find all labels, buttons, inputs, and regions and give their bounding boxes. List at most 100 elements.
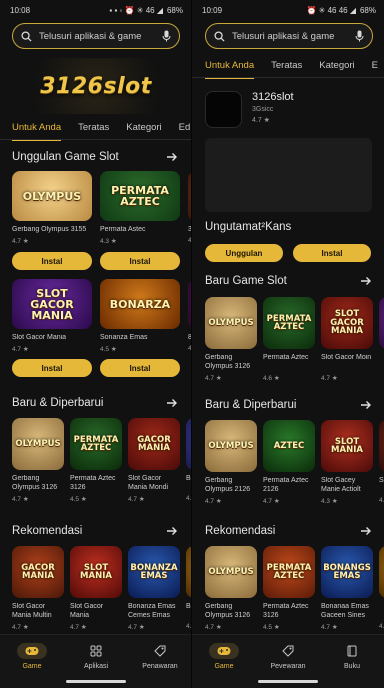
app-name: Slot Gacor Moin — [321, 354, 372, 361]
nav-games[interactable]: Game — [192, 643, 256, 670]
app-developer: 3Gsicc — [252, 106, 274, 113]
app-card[interactable]: PERMATA AZTEC Permata Aztec 4.6 ★ — [263, 297, 315, 382]
arrow-right-icon[interactable] — [166, 151, 178, 163]
app-name: Permata Aztec 3126 — [70, 475, 116, 491]
app-name: Permata Aztec 3126 — [263, 603, 309, 619]
promo-banner[interactable]: 3126slot — [12, 58, 180, 114]
book-icon — [337, 643, 367, 659]
app-card[interactable]: OLYMPUS Gerbang Olympus 3155 4.7 ★ — [12, 171, 92, 245]
thumbnail-title: BONARZA — [109, 297, 171, 311]
app-card[interactable]: SLOT MANIA Slot Gacey Manie Actiolt 4.3 ★ — [321, 420, 373, 505]
search-placeholder: Telusuri aplikasi & game — [39, 30, 142, 42]
banner-title: 3126slot — [40, 73, 152, 99]
nav-offers[interactable]: Pevewaran — [256, 643, 320, 670]
app-name: Slot Gacor Mania — [70, 603, 104, 619]
arrow-right-icon[interactable] — [166, 525, 178, 537]
right-screen: 10:09 ⏰ ✳ 46 46 ◢ 68% Telusuri aplikasi … — [192, 0, 384, 688]
app-rating: 4.7 ★ — [321, 375, 338, 382]
tabs-divider — [0, 139, 191, 140]
app-rating: 4.7 ★ — [12, 496, 29, 503]
arrow-right-icon[interactable] — [360, 275, 372, 287]
nav-books[interactable]: Buku — [320, 643, 384, 670]
thumbnail-title: SLOT MANIA — [331, 436, 363, 455]
thumbnail-title: OLYMPUS — [208, 440, 254, 451]
app-card[interactable]: SLOT GACOR MANIA Slot Gacor Mania 4.7 ★ — [12, 279, 92, 353]
game-thumbnail: GACOR MANIA — [12, 546, 64, 598]
microphone-icon[interactable] — [355, 30, 364, 42]
nav-label: Game — [22, 663, 42, 670]
app-card[interactable]: OLYMPUS Gerbang Olympus 2126 4.7 ★ — [205, 420, 257, 505]
thumbnail-title: GACOR MANIA — [137, 434, 171, 453]
app-card[interactable]: BONANZA EMAS Bonanza Emas Cemes Emas 4.7 ★ — [128, 546, 180, 631]
app-name: Slot Gacor Mania — [12, 334, 67, 341]
arrow-right-icon[interactable] — [360, 399, 372, 411]
app-card[interactable]: PERMATA AZTEC Permata Aztec 3126 4.5 ★ — [263, 546, 315, 631]
app-card[interactable]: GACOR MANIA Slot Gacor Mania Mondi 4.7 ★ — [128, 418, 180, 503]
install-button[interactable]: Instal — [100, 359, 180, 377]
app-card[interactable]: OLYMPUS Gerbang Olympus 3126 4.7 ★ — [12, 418, 64, 503]
app-card[interactable]: Sl Ge 4. — [379, 420, 384, 504]
app-name: Permata Aztec 2126 — [263, 477, 309, 493]
search-bar[interactable]: Telusuri aplikasi & game — [12, 23, 180, 49]
nav-apps[interactable]: Aplikasi — [64, 643, 128, 670]
game-thumbnail: OLYMPUS — [12, 171, 92, 221]
microphone-icon[interactable] — [162, 30, 171, 42]
app-card[interactable]: OLYMPUS Gerbang Olympus 3126 4.7 ★ — [205, 546, 257, 631]
game-thumbnail: BONANGS EMAS — [321, 546, 373, 598]
thumbnail-title: BONANGS EMAS — [323, 562, 371, 581]
app-card[interactable]: OLYMPUS Gerbang Olympus 3126 4.7 ★ — [205, 297, 257, 382]
game-thumbnail: OLYMPUS — [12, 418, 64, 470]
tabs-divider — [192, 77, 384, 78]
nav-games[interactable]: Game — [0, 643, 64, 670]
app-card[interactable] — [379, 297, 384, 374]
section-title-recommendations: Rekomendasi — [205, 525, 276, 537]
app-icon[interactable] — [205, 91, 242, 128]
app-card[interactable]: PERMATA AZTEC Permata Aztec 3126 4.5 ★ — [70, 418, 122, 503]
featured-button[interactable]: Unggulan — [205, 244, 283, 262]
app-card[interactable]: PERMATA AZTEC Permata Astec 4.3 ★ — [100, 171, 180, 245]
install-button[interactable]: Instal — [12, 359, 92, 377]
app-card[interactable]: SLOT MANIA Slot Gacor Mania 4.7 ★ — [70, 546, 122, 631]
app-rating: 4.7 ★ — [205, 498, 222, 505]
nav-offers[interactable]: Penawaran — [128, 643, 191, 670]
app-card[interactable]: 4. — [379, 546, 384, 630]
bottom-navigation: Game Pevewaran Buku — [192, 634, 384, 688]
game-thumbnail: PERMATA AZTEC — [70, 418, 122, 470]
app-card[interactable]: GACOR MANIA Slot Gacor Mania Multin 4.7 ★ — [12, 546, 64, 631]
app-name: Permata Astec — [100, 226, 146, 233]
arrow-right-icon[interactable] — [166, 397, 178, 409]
app-rating: 4.7 ★ — [252, 117, 270, 124]
game-thumbnail: SLOT MANIA — [321, 420, 373, 472]
gamepad-icon — [209, 643, 239, 659]
app-rating: 4.5 ★ — [70, 496, 87, 503]
game-thumbnail — [379, 297, 384, 349]
thumbnail-title: PERMATA AZTEC — [266, 562, 312, 581]
install-button[interactable]: Instal — [293, 244, 371, 262]
status-time: 10:09 — [202, 5, 223, 15]
left-screen: 10:08 ▪ ▪ ◦ ⏰ ✳ 46 ◢ 68% Telusuri aplika… — [0, 0, 192, 688]
search-icon — [214, 30, 225, 42]
install-button[interactable]: Instal — [12, 252, 92, 270]
app-card[interactable]: AZTEC Permata Aztec 2126 4.7 ★ — [263, 420, 315, 505]
app-rating: 4.7 ★ — [12, 624, 29, 631]
game-thumbnail: OLYMPUS — [205, 297, 257, 349]
game-thumbnail: PERMATA AZTEC — [263, 297, 315, 349]
game-thumbnail: BONANZA EMAS — [128, 546, 180, 598]
game-thumbnail: SLOT MANIA — [70, 546, 122, 598]
thumbnail-title: AZTEC — [273, 440, 305, 451]
app-card[interactable]: SLOT GACOR MANIA Slot Gacor Moin 4.7 ★ — [321, 297, 373, 382]
app-name: Gerbang Olympus 3155 — [12, 226, 87, 233]
search-bar[interactable]: Telusuri aplikasi & game — [205, 23, 373, 49]
install-button[interactable]: Instal — [100, 252, 180, 270]
status-bar: 10:08 ▪ ▪ ◦ ⏰ ✳ 46 ◢ 68% — [0, 0, 191, 20]
app-name: Gerbang Olympus 3126 — [205, 603, 251, 619]
arrow-right-icon[interactable] — [360, 525, 372, 537]
app-card[interactable]: BONANGS EMAS Bonanaa Emas Gaceen Sines 4.7… — [321, 546, 373, 631]
tag-icon — [273, 643, 303, 659]
battery-level: 68% — [166, 5, 183, 15]
app-rating: 4.7 ★ — [128, 496, 145, 503]
status-icons: ⏰ ✳ 46 46 ◢ — [306, 5, 356, 15]
app-card[interactable]: BONARZA Sonanza Emas 4.5 ★ — [100, 279, 180, 353]
app-name: Slot Gacor Mania Multin — [12, 603, 52, 619]
section-title-new-updated: Baru & Diperbarui — [205, 399, 297, 411]
